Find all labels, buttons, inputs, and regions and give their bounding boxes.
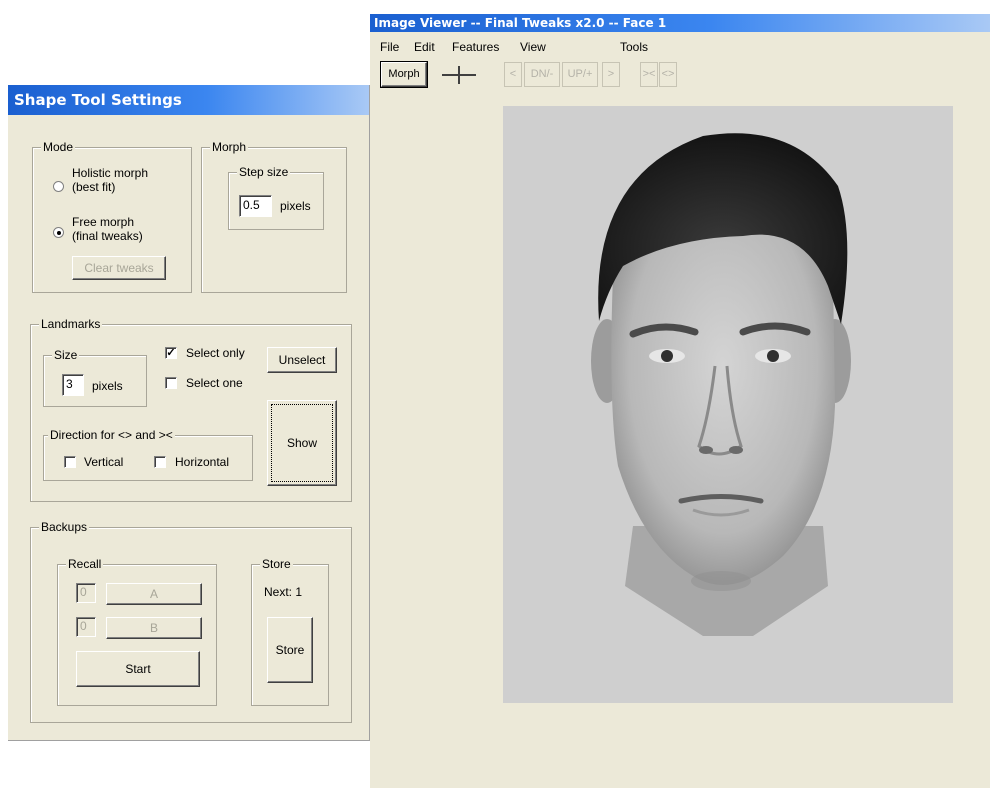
start-button[interactable]: Start bbox=[76, 651, 200, 687]
viewer-menu-bar: File Edit Features View Tools bbox=[370, 38, 990, 56]
show-button[interactable]: Show bbox=[267, 400, 337, 486]
store-next-label: Next: 1 bbox=[264, 585, 303, 599]
horizontal-label: Horizontal bbox=[175, 455, 230, 469]
vertical-checkbox[interactable] bbox=[64, 456, 76, 468]
step-size-group: Step size 0.5 pixels bbox=[228, 165, 324, 230]
holistic-morph-radio[interactable] bbox=[53, 181, 64, 192]
next-button[interactable]: > bbox=[602, 62, 620, 87]
widen-button[interactable]: <> bbox=[659, 62, 677, 87]
holistic-morph-label-1: Holistic morph bbox=[72, 166, 149, 180]
recall-b-button[interactable]: B bbox=[106, 617, 202, 639]
clear-tweaks-button[interactable]: Clear tweaks bbox=[72, 256, 166, 280]
store-group: Store Next: 1 Store bbox=[251, 557, 329, 706]
landmarks-group: Landmarks Size 3 pixels ✓ Select only Se… bbox=[30, 317, 352, 502]
step-slider[interactable] bbox=[442, 64, 482, 86]
up-plus-button[interactable]: UP/+ bbox=[562, 62, 598, 87]
select-only-label: Select only bbox=[186, 346, 245, 360]
landmark-size-input[interactable]: 3 bbox=[62, 374, 84, 396]
menu-tools[interactable]: Tools bbox=[620, 38, 648, 56]
store-legend: Store bbox=[260, 557, 293, 572]
unselect-button[interactable]: Unselect bbox=[267, 347, 337, 373]
size-group: Size 3 pixels bbox=[43, 348, 147, 407]
mode-legend: Mode bbox=[41, 140, 76, 155]
viewer-toolbar: Morph < DN/- UP/+ > >< <> bbox=[370, 61, 990, 96]
free-morph-label-1: Free morph bbox=[72, 215, 135, 229]
recall-b-count: 0 bbox=[76, 617, 96, 637]
menu-features[interactable]: Features bbox=[452, 38, 499, 56]
free-morph-radio[interactable] bbox=[53, 227, 64, 238]
select-one-label: Select one bbox=[186, 376, 243, 390]
image-viewer-window: Image Viewer -- Final Tweaks x2.0 -- Fac… bbox=[370, 14, 990, 788]
store-button[interactable]: Store bbox=[267, 617, 313, 683]
mode-group: Mode Holistic morph (best fit) Free morp… bbox=[32, 140, 192, 293]
size-legend: Size bbox=[52, 348, 80, 363]
recall-a-button[interactable]: A bbox=[106, 583, 202, 605]
face-image[interactable] bbox=[503, 106, 953, 703]
menu-file[interactable]: File bbox=[380, 38, 399, 56]
direction-legend: Direction for <> and >< bbox=[48, 428, 175, 443]
backups-group: Backups Recall 0 A 0 B Start Store Next:… bbox=[30, 520, 352, 723]
prev-button[interactable]: < bbox=[504, 62, 522, 87]
free-morph-label-2: (final tweaks) bbox=[72, 229, 143, 243]
landmark-size-unit: pixels bbox=[92, 379, 123, 393]
recall-legend: Recall bbox=[66, 557, 104, 572]
direction-group: Direction for <> and >< Vertical Horizon… bbox=[43, 428, 253, 481]
recall-a-count: 0 bbox=[76, 583, 96, 603]
face-illustration bbox=[591, 133, 851, 636]
shape-tool-settings-window: Shape Tool Settings Mode Holistic morph … bbox=[8, 85, 370, 741]
recall-group: Recall 0 A 0 B Start bbox=[57, 557, 217, 706]
horizontal-checkbox[interactable] bbox=[154, 456, 166, 468]
vertical-label: Vertical bbox=[84, 455, 124, 469]
morph-legend: Morph bbox=[210, 140, 249, 155]
backups-legend: Backups bbox=[39, 520, 90, 535]
morph-button[interactable]: Morph bbox=[380, 61, 428, 88]
select-one-checkbox[interactable] bbox=[165, 377, 177, 389]
menu-view[interactable]: View bbox=[520, 38, 546, 56]
viewer-title-bar: Image Viewer -- Final Tweaks x2.0 -- Fac… bbox=[370, 14, 990, 32]
step-size-unit: pixels bbox=[280, 199, 311, 213]
menu-edit[interactable]: Edit bbox=[414, 38, 435, 56]
holistic-morph-label-2: (best fit) bbox=[72, 180, 116, 194]
step-size-legend: Step size bbox=[237, 165, 291, 180]
narrow-button[interactable]: >< bbox=[640, 62, 658, 87]
shape-tool-title-bar: Shape Tool Settings bbox=[8, 85, 369, 115]
down-minus-button[interactable]: DN/- bbox=[524, 62, 560, 87]
morph-group: Morph Step size 0.5 pixels bbox=[201, 140, 347, 293]
landmarks-legend: Landmarks bbox=[39, 317, 103, 332]
select-only-checkbox[interactable]: ✓ bbox=[165, 347, 177, 359]
step-size-input[interactable]: 0.5 bbox=[239, 195, 272, 217]
